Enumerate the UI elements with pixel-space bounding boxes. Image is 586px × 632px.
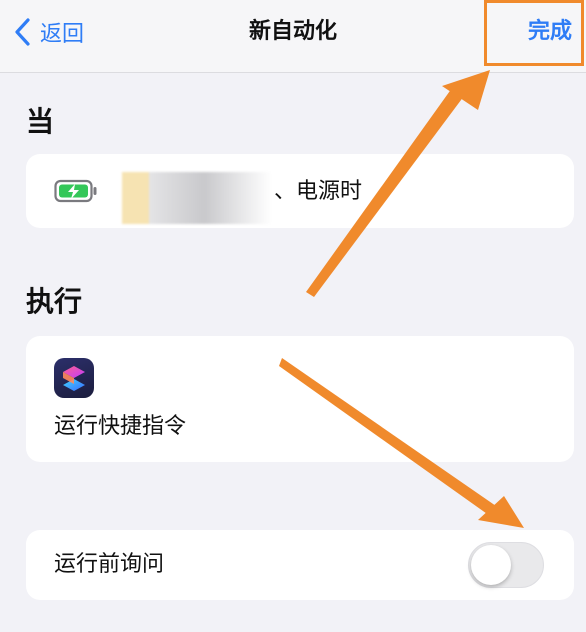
redacted-region (122, 172, 272, 224)
trigger-card[interactable]: 、电源时 (26, 154, 574, 228)
action-label: 运行快捷指令 (54, 414, 187, 439)
done-button[interactable]: 完成 (528, 14, 572, 50)
when-section-title: 当 (26, 105, 55, 138)
toggle-knob (471, 545, 511, 585)
page-title: 新自动化 (248, 19, 337, 44)
ask-before-running-row: 运行前询问 (26, 530, 574, 600)
ask-before-running-toggle[interactable] (468, 542, 544, 588)
battery-charging-icon (54, 179, 97, 203)
do-section-title: 执行 (26, 285, 83, 318)
shortcuts-app-icon (54, 358, 94, 398)
navigation-bar: 返回 新自动化 完成 (0, 0, 586, 73)
ask-before-running-label: 运行前询问 (54, 552, 165, 577)
action-card[interactable]: 运行快捷指令 (26, 336, 574, 462)
trigger-text: 、电源时 (274, 179, 363, 204)
